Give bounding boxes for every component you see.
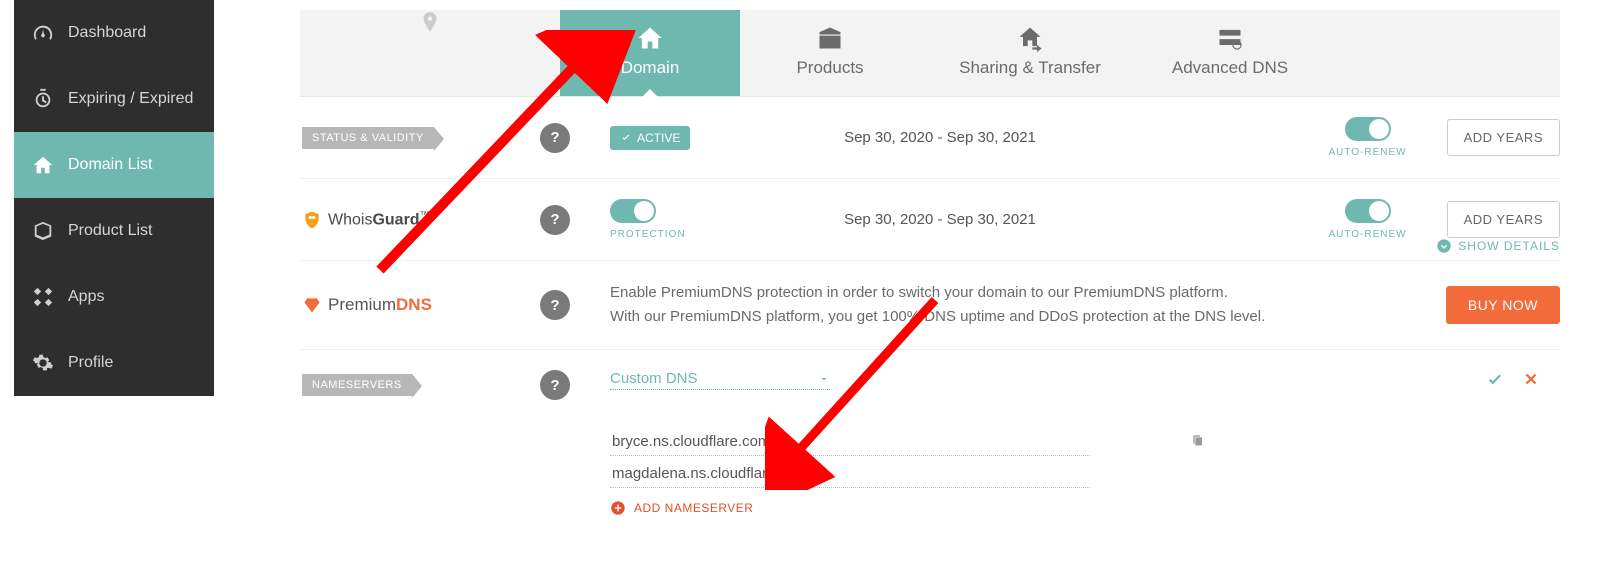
gauge-icon <box>32 22 54 44</box>
show-details-link[interactable]: SHOW DETAILS <box>1436 238 1560 254</box>
help-icon[interactable]: ? <box>540 123 570 153</box>
sidebar-item-label: Dashboard <box>68 24 146 42</box>
tabs: Domain Products Sharing & Transfer Advan… <box>300 10 1560 97</box>
help-icon[interactable]: ? <box>540 205 570 235</box>
add-nameserver-label: ADD NAMESERVER <box>634 501 753 515</box>
status-row: STATUS & VALIDITY ? ACTIVE Sep 30, 2020 … <box>300 97 1560 179</box>
premiumdns-brand: PremiumDNS <box>302 295 540 315</box>
nameserver-1-input[interactable] <box>610 428 1090 456</box>
sidebar-item-label: Apps <box>68 288 104 306</box>
nameservers-tag: NAMESERVERS <box>302 374 412 396</box>
sidebar-item-dashboard[interactable]: Dashboard <box>14 0 214 66</box>
add-years-button[interactable]: ADD YEARS <box>1447 201 1560 238</box>
show-details-label: SHOW DETAILS <box>1458 239 1560 253</box>
tab-label: Domain <box>621 58 680 77</box>
sidebar-item-label: Product List <box>68 222 152 240</box>
shield-icon <box>302 210 322 230</box>
server-icon <box>1216 24 1244 52</box>
status-tag: STATUS & VALIDITY <box>302 127 434 149</box>
premiumdns-description: Enable PremiumDNS protection in order to… <box>610 281 1446 329</box>
sidebar-item-label: Expiring / Expired <box>68 90 193 108</box>
whoisguard-row: WhoisGuard™ ? PROTECTION Sep 30, 2020 - … <box>300 179 1560 261</box>
buy-now-button[interactable]: BUY NOW <box>1446 286 1560 324</box>
nameservers-row: NAMESERVERS ? Custom DNS ADD NAMESERVER <box>300 350 1560 539</box>
stopwatch-icon <box>32 88 54 110</box>
tab-advanced-dns[interactable]: Advanced DNS <box>1140 10 1320 96</box>
sidebar-item-expiring[interactable]: Expiring / Expired <box>14 66 214 132</box>
whois-protection-toggle[interactable] <box>610 199 656 223</box>
pin-icon <box>417 10 443 36</box>
tab-label: Advanced DNS <box>1172 58 1288 77</box>
nameservers-select[interactable]: Custom DNS <box>610 370 830 390</box>
box-icon <box>32 220 54 242</box>
help-icon[interactable]: ? <box>540 370 570 400</box>
nameservers-select-label: Custom DNS <box>610 370 698 387</box>
sidebar-item-apps[interactable]: Apps <box>14 264 214 330</box>
sidebar-item-product-list[interactable]: Product List <box>14 198 214 264</box>
cancel-icon[interactable] <box>1522 370 1540 388</box>
house-icon <box>636 24 664 52</box>
premiumdns-row: PremiumDNS ? Enable PremiumDNS protectio… <box>300 261 1560 350</box>
whois-autorenew-toggle[interactable] <box>1345 199 1391 223</box>
tabs-filler <box>300 10 560 96</box>
whois-dates: Sep 30, 2020 - Sep 30, 2021 <box>770 211 1110 228</box>
status-dates: Sep 30, 2020 - Sep 30, 2021 <box>770 129 1110 146</box>
sidebar-item-domain-list[interactable]: Domain List <box>14 132 214 198</box>
gear-icon <box>32 352 54 374</box>
active-badge-text: ACTIVE <box>637 131 680 145</box>
tab-products[interactable]: Products <box>740 10 920 96</box>
autorenew-label: AUTO-RENEW <box>1328 229 1406 240</box>
share-icon <box>1016 24 1044 52</box>
chevron-down-icon <box>1436 238 1452 254</box>
autorenew-label: AUTO-RENEW <box>1328 147 1406 158</box>
active-badge: ACTIVE <box>610 126 690 150</box>
diamond-icon <box>302 295 322 315</box>
check-icon <box>620 132 632 144</box>
apps-icon <box>32 286 54 308</box>
sidebar-item-label: Profile <box>68 354 113 372</box>
confirm-icon[interactable] <box>1486 370 1504 388</box>
nameserver-2-input[interactable] <box>610 460 1090 488</box>
sidebar: Dashboard Expiring / Expired Domain List… <box>14 0 214 396</box>
add-nameserver-link[interactable]: ADD NAMESERVER <box>610 500 753 516</box>
tab-label: Products <box>796 58 863 77</box>
whoisguard-brand: WhoisGuard™ <box>302 210 540 230</box>
plus-icon <box>610 500 626 516</box>
status-autorenew-toggle[interactable] <box>1345 117 1391 141</box>
tab-sharing-transfer[interactable]: Sharing & Transfer <box>920 10 1140 96</box>
protection-label: PROTECTION <box>610 229 686 240</box>
box-icon <box>816 24 844 52</box>
sidebar-item-label: Domain List <box>68 156 152 174</box>
tab-label: Sharing & Transfer <box>959 58 1101 77</box>
tab-domain[interactable]: Domain <box>560 10 740 96</box>
help-icon[interactable]: ? <box>540 290 570 320</box>
copy-icon[interactable] <box>1190 432 1206 448</box>
main-content: Domain Products Sharing & Transfer Advan… <box>300 0 1560 583</box>
house-icon <box>32 154 54 176</box>
caret-down-icon <box>818 373 830 385</box>
add-years-button[interactable]: ADD YEARS <box>1447 119 1560 156</box>
sidebar-item-profile[interactable]: Profile <box>14 330 214 396</box>
